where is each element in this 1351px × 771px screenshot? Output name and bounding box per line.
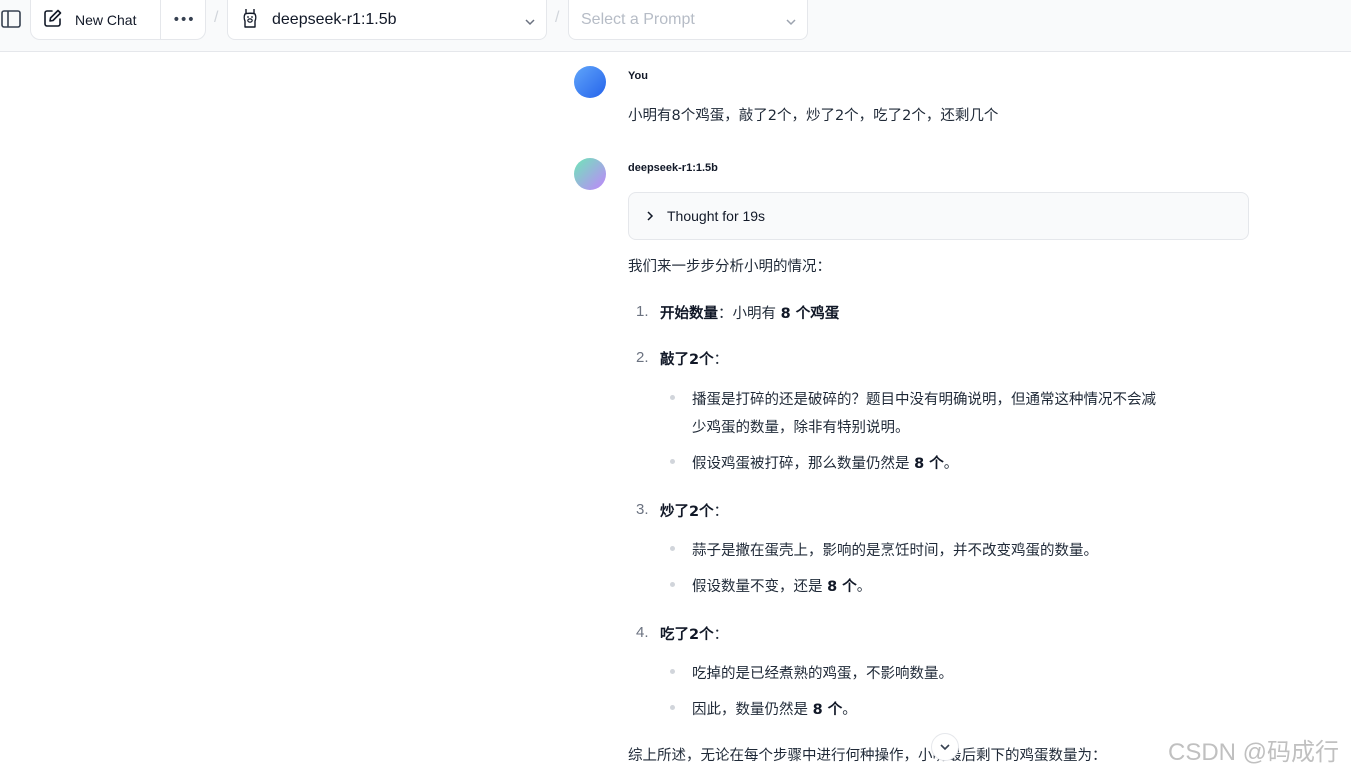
list-number: 4. (636, 624, 649, 641)
bullet-text: 蒜子是撒在蛋壳上，影响的是烹饪时间，并不改变鸡蛋的数量。 (692, 543, 1098, 559)
step-1: 开始数量：小明有 8 个鸡蛋 (660, 302, 839, 323)
watermark: CSDN @码成行 (1168, 739, 1340, 766)
answer-conclusion: 综上所述，无论在每个步骤中进行何种操作，小明最后剩下的鸡蛋数量为： (628, 748, 1107, 764)
list-number: 1. (636, 303, 649, 320)
bullet-bold-value: 8 个 (914, 456, 944, 472)
bullet-text: 假设鸡蛋被打碎，那么数量仍然是 8 个。 (692, 452, 958, 473)
bullet-text: 因此，数量仍然是 8 个。 (692, 698, 857, 719)
pencil-square-icon (43, 8, 63, 32)
bullet-dot (670, 459, 675, 464)
bullet-text-continued: 少鸡蛋的数量，除非有特别说明。 (692, 420, 910, 436)
new-chat-label: New Chat (75, 12, 137, 28)
bullet-dot (670, 705, 675, 710)
chevron-right-icon (645, 207, 655, 226)
step-title: 炒了2个 (660, 504, 714, 520)
llama-icon (240, 7, 260, 33)
user-avatar (574, 66, 606, 98)
bullet-text: 假设数量不变，还是 8 个。 (692, 575, 871, 596)
chevron-down-icon (524, 13, 536, 32)
model-selector[interactable]: deepseek-r1:1.5b (227, 0, 547, 40)
assistant-avatar (574, 158, 606, 190)
bullet-text: 播蛋是打碎的还是破碎的？题目中没有明确说明，但通常这种情况不会减 (692, 392, 1156, 408)
model-name: deepseek-r1:1.5b (272, 10, 397, 28)
step-colon: ： (713, 627, 729, 643)
bullet-text: 吃掉的是已经煮熟的鸡蛋，不影响数量。 (692, 666, 953, 682)
bullet-bold-value: 8 个 (812, 702, 843, 718)
prompt-selector[interactable]: Select a Prompt (568, 0, 808, 40)
scroll-to-bottom-button[interactable] (931, 733, 959, 761)
step-colon: ： (718, 306, 733, 322)
step-title: 开始数量 (660, 306, 718, 322)
bullet-text-part: 。 (856, 579, 872, 595)
list-number: 2. (636, 349, 649, 366)
chat-actions-group: New Chat ••• (30, 0, 206, 40)
sidebar-toggle-icon[interactable] (0, 8, 22, 30)
step-bold-value: 8 个鸡蛋 (780, 306, 840, 322)
breadcrumb-separator: / (214, 9, 219, 26)
bullet-dot (670, 582, 675, 587)
chevron-down-icon (785, 13, 797, 32)
bullet-dot (670, 669, 675, 674)
thought-toggle[interactable]: Thought for 19s (628, 192, 1249, 240)
list-number: 3. (636, 501, 649, 518)
user-sender-name: You (628, 70, 648, 82)
thought-label: Thought for 19s (667, 208, 766, 224)
bullet-bold-value: 8 个 (827, 579, 857, 595)
ellipsis-icon: ••• (172, 12, 195, 28)
new-chat-button[interactable]: New Chat (31, 0, 162, 40)
step-title: 敲了2个 (660, 352, 714, 368)
top-bar: New Chat ••• / deepseek-r1:1.5b / Select… (0, 0, 1351, 52)
bullet-dot (670, 546, 675, 551)
step-text: 小明有 (732, 306, 781, 322)
prompt-placeholder: Select a Prompt (581, 10, 695, 28)
bullet-text-part: 因此，数量仍然是 (692, 702, 813, 718)
bullet-dot (670, 395, 675, 400)
breadcrumb-separator: / (555, 9, 560, 26)
more-options-button[interactable]: ••• (161, 0, 205, 40)
step-title: 吃了2个 (660, 627, 714, 643)
assistant-sender-name: deepseek-r1:1.5b (628, 162, 718, 174)
step-colon: ： (713, 504, 729, 520)
step-2: 敲了2个： (660, 348, 728, 369)
step-3: 炒了2个： (660, 500, 728, 521)
user-message-text: 小明有8个鸡蛋，敲了2个，炒了2个，吃了2个，还剩几个 (628, 108, 999, 124)
step-4: 吃了2个： (660, 623, 728, 644)
bullet-text-part: 假设数量不变，还是 (692, 579, 828, 595)
bullet-text-part: 假设鸡蛋被打碎，那么数量仍然是 (692, 456, 915, 472)
bullet-text-part: 。 (842, 702, 857, 718)
bullet-text-part: 。 (943, 456, 959, 472)
answer-intro: 我们来一步步分析小明的情况： (628, 259, 831, 275)
step-colon: ： (713, 352, 729, 368)
arrow-down-icon (939, 738, 951, 757)
